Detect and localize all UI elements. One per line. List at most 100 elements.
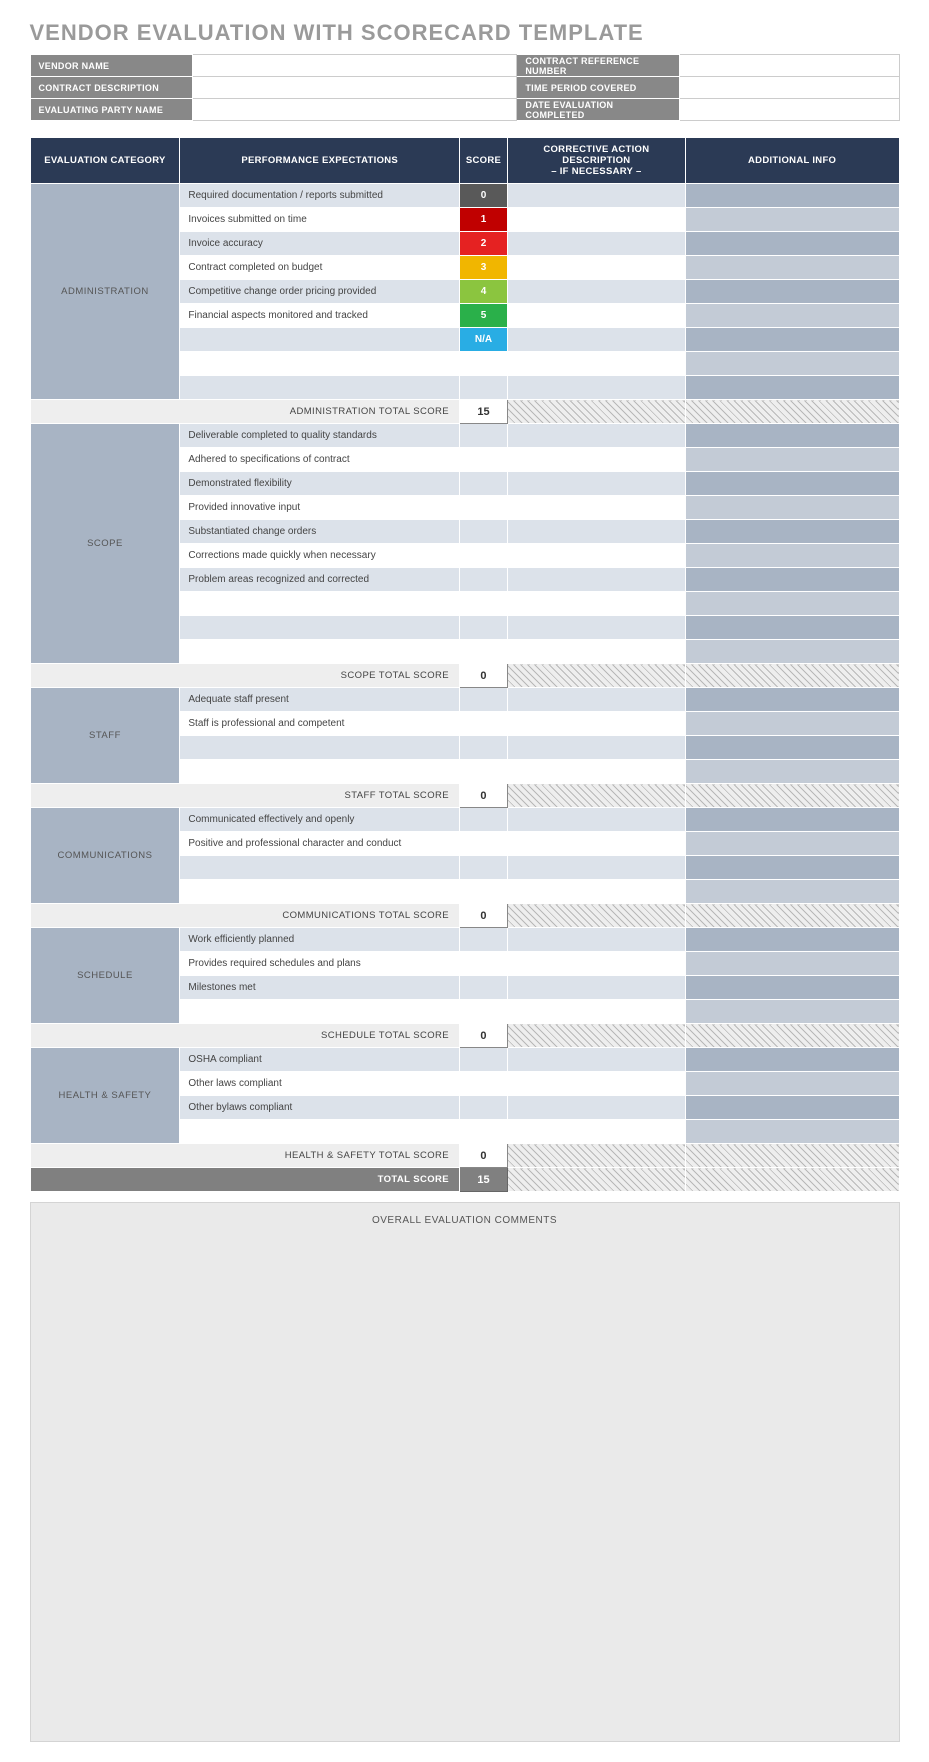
additional-cell[interactable]: [685, 496, 899, 520]
score-cell[interactable]: [460, 496, 508, 520]
corrective-cell[interactable]: [507, 760, 685, 784]
corrective-cell[interactable]: [507, 328, 685, 352]
performance-cell[interactable]: [180, 856, 460, 880]
info-value[interactable]: [679, 99, 899, 121]
additional-cell[interactable]: [685, 688, 899, 712]
corrective-cell[interactable]: [507, 616, 685, 640]
score-cell[interactable]: [460, 616, 508, 640]
info-value[interactable]: [679, 55, 899, 77]
performance-cell[interactable]: Communicated effectively and openly: [180, 808, 460, 832]
additional-cell[interactable]: [685, 928, 899, 952]
score-cell[interactable]: [460, 856, 508, 880]
score-cell[interactable]: [460, 1000, 508, 1024]
performance-cell[interactable]: Required documentation / reports submitt…: [180, 184, 460, 208]
additional-cell[interactable]: [685, 640, 899, 664]
performance-cell[interactable]: Provided innovative input: [180, 496, 460, 520]
additional-cell[interactable]: [685, 232, 899, 256]
additional-cell[interactable]: [685, 448, 899, 472]
corrective-cell[interactable]: [507, 712, 685, 736]
additional-cell[interactable]: [685, 712, 899, 736]
corrective-cell[interactable]: [507, 832, 685, 856]
corrective-cell[interactable]: [507, 808, 685, 832]
score-cell[interactable]: 1: [460, 208, 508, 232]
additional-cell[interactable]: [685, 328, 899, 352]
corrective-cell[interactable]: [507, 424, 685, 448]
corrective-cell[interactable]: [507, 736, 685, 760]
performance-cell[interactable]: [180, 640, 460, 664]
performance-cell[interactable]: [180, 1120, 460, 1144]
corrective-cell[interactable]: [507, 256, 685, 280]
performance-cell[interactable]: Invoices submitted on time: [180, 208, 460, 232]
score-cell[interactable]: [460, 688, 508, 712]
performance-cell[interactable]: [180, 328, 460, 352]
corrective-cell[interactable]: [507, 1048, 685, 1072]
additional-cell[interactable]: [685, 280, 899, 304]
corrective-cell[interactable]: [507, 520, 685, 544]
info-value[interactable]: [192, 77, 517, 99]
corrective-cell[interactable]: [507, 208, 685, 232]
additional-cell[interactable]: [685, 352, 899, 376]
additional-cell[interactable]: [685, 256, 899, 280]
score-cell[interactable]: [460, 568, 508, 592]
score-cell[interactable]: [460, 376, 508, 400]
additional-cell[interactable]: [685, 544, 899, 568]
corrective-cell[interactable]: [507, 952, 685, 976]
corrective-cell[interactable]: [507, 1000, 685, 1024]
corrective-cell[interactable]: [507, 592, 685, 616]
performance-cell[interactable]: Contract completed on budget: [180, 256, 460, 280]
corrective-cell[interactable]: [507, 880, 685, 904]
corrective-cell[interactable]: [507, 376, 685, 400]
corrective-cell[interactable]: [507, 1120, 685, 1144]
additional-cell[interactable]: [685, 184, 899, 208]
corrective-cell[interactable]: [507, 448, 685, 472]
corrective-cell[interactable]: [507, 304, 685, 328]
additional-cell[interactable]: [685, 304, 899, 328]
additional-cell[interactable]: [685, 1000, 899, 1024]
score-cell[interactable]: [460, 880, 508, 904]
additional-cell[interactable]: [685, 976, 899, 1000]
corrective-cell[interactable]: [507, 928, 685, 952]
performance-cell[interactable]: Deliverable completed to quality standar…: [180, 424, 460, 448]
additional-cell[interactable]: [685, 760, 899, 784]
performance-cell[interactable]: Milestones met: [180, 976, 460, 1000]
performance-cell[interactable]: Invoice accuracy: [180, 232, 460, 256]
score-cell[interactable]: [460, 520, 508, 544]
performance-cell[interactable]: [180, 736, 460, 760]
corrective-cell[interactable]: [507, 976, 685, 1000]
score-cell[interactable]: 4: [460, 280, 508, 304]
score-cell[interactable]: 5: [460, 304, 508, 328]
performance-cell[interactable]: Demonstrated flexibility: [180, 472, 460, 496]
performance-cell[interactable]: [180, 352, 460, 376]
corrective-cell[interactable]: [507, 856, 685, 880]
score-cell[interactable]: [460, 736, 508, 760]
corrective-cell[interactable]: [507, 688, 685, 712]
performance-cell[interactable]: [180, 880, 460, 904]
corrective-cell[interactable]: [507, 1096, 685, 1120]
additional-cell[interactable]: [685, 1120, 899, 1144]
score-cell[interactable]: [460, 832, 508, 856]
score-cell[interactable]: [460, 952, 508, 976]
additional-cell[interactable]: [685, 592, 899, 616]
additional-cell[interactable]: [685, 1048, 899, 1072]
performance-cell[interactable]: Adequate staff present: [180, 688, 460, 712]
score-cell[interactable]: 0: [460, 184, 508, 208]
performance-cell[interactable]: Substantiated change orders: [180, 520, 460, 544]
additional-cell[interactable]: [685, 424, 899, 448]
corrective-cell[interactable]: [507, 568, 685, 592]
performance-cell[interactable]: OSHA compliant: [180, 1048, 460, 1072]
score-cell[interactable]: 3: [460, 256, 508, 280]
additional-cell[interactable]: [685, 736, 899, 760]
score-cell[interactable]: [460, 1048, 508, 1072]
performance-cell[interactable]: Other laws compliant: [180, 1072, 460, 1096]
additional-cell[interactable]: [685, 1096, 899, 1120]
score-cell[interactable]: [460, 640, 508, 664]
additional-cell[interactable]: [685, 952, 899, 976]
corrective-cell[interactable]: [507, 544, 685, 568]
additional-cell[interactable]: [685, 472, 899, 496]
additional-cell[interactable]: [685, 616, 899, 640]
additional-cell[interactable]: [685, 568, 899, 592]
corrective-cell[interactable]: [507, 280, 685, 304]
info-value[interactable]: [679, 77, 899, 99]
additional-cell[interactable]: [685, 520, 899, 544]
score-cell[interactable]: 2: [460, 232, 508, 256]
